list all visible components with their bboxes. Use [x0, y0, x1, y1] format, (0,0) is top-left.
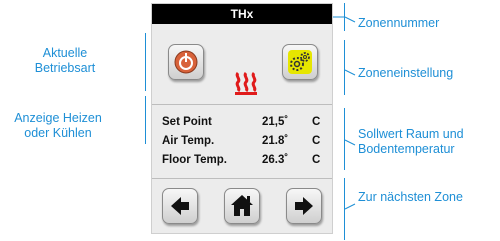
- air-temp-value: 21.8˚: [262, 135, 289, 147]
- setpoint-value: 21,5˚: [262, 116, 289, 128]
- arrow-left-icon: [171, 197, 189, 215]
- zone-settings-button[interactable]: [282, 44, 318, 80]
- floor-temp-unit: C: [312, 154, 321, 166]
- divider-top: [152, 104, 332, 105]
- arrow-right-icon: [295, 197, 313, 215]
- divider-bottom: [152, 178, 332, 179]
- air-temp-unit: C: [312, 135, 321, 147]
- setpoint-unit: C: [312, 116, 321, 128]
- zone-title: THx: [152, 4, 332, 24]
- floor-temp-label: Floor Temp.: [162, 154, 227, 166]
- floor-temp-value: 26.3˚: [262, 154, 289, 166]
- gear-icon: [288, 50, 312, 74]
- home-button[interactable]: [224, 188, 260, 224]
- setpoint-label: Set Point: [162, 116, 212, 128]
- previous-zone-button[interactable]: [162, 188, 198, 224]
- power-mode-icon: [174, 50, 198, 74]
- home-icon: [231, 195, 253, 216]
- thermostat-screen: THx Set Point 21,5˚ C Air Temp. 21.8˚ C …: [151, 3, 333, 234]
- operation-mode-button[interactable]: [168, 44, 204, 80]
- air-temp-label: Air Temp.: [162, 135, 215, 147]
- next-zone-button[interactable]: [286, 188, 322, 224]
- heating-icon: [235, 71, 257, 95]
